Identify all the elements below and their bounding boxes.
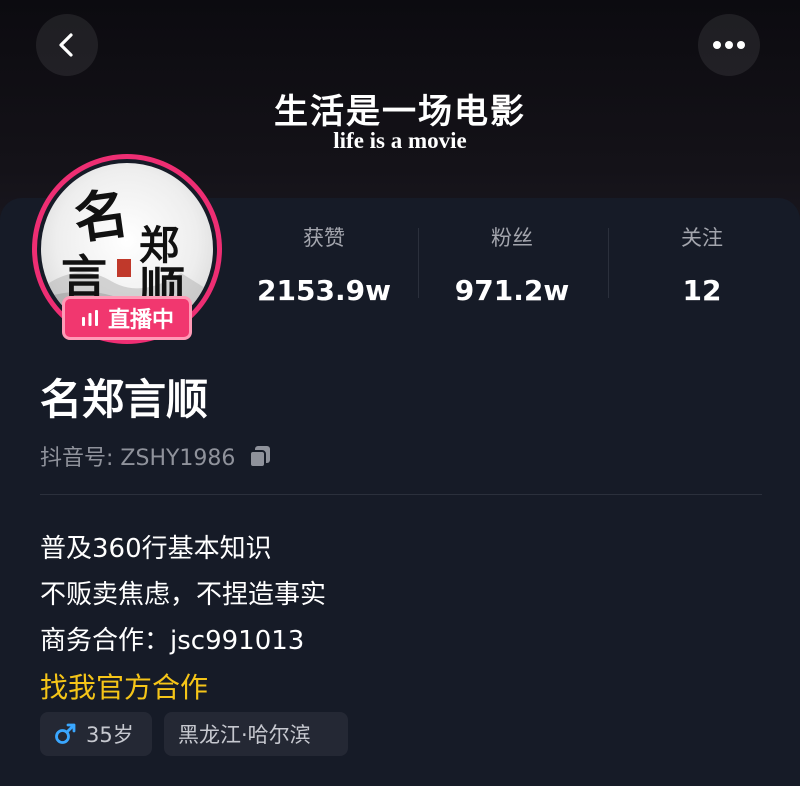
stat-likes-label: 获赞 [303, 226, 345, 250]
live-bars-icon [81, 310, 98, 326]
stat-following[interactable]: 关注 12 [612, 222, 792, 307]
nickname: 名郑言顺 [40, 375, 209, 424]
stat-likes[interactable]: 获赞 2153.9w [234, 222, 414, 307]
bio-line: 不贩卖焦虑，不捏造事实 [40, 580, 327, 610]
banner-title: 生活是一场电影 [274, 92, 526, 132]
chevron-left-icon [59, 33, 73, 57]
bio-line: 商务合作：jsc991013 [40, 626, 305, 656]
stat-followers-value: 971.2w [454, 274, 570, 307]
back-button[interactable] [36, 14, 98, 76]
location-tag-text: 黑龙江·哈尔滨 [178, 723, 311, 747]
profile-page: 生活是一场电影 life is a movie 名 郑 言 顺 直播中 获赞 2… [0, 0, 800, 786]
douyin-id: 抖音号: ZSHY1986 [40, 446, 236, 471]
stat-divider [608, 228, 609, 298]
stat-divider [418, 228, 419, 298]
section-divider [40, 494, 762, 495]
stat-following-value: 12 [682, 274, 722, 307]
banner-subtitle: life is a movie [333, 128, 467, 153]
stat-followers-label: 粉丝 [491, 226, 533, 250]
stat-followers[interactable]: 粉丝 971.2w [422, 222, 602, 307]
live-badge-label: 直播中 [107, 308, 174, 333]
stat-likes-value: 2153.9w [257, 274, 391, 307]
more-button[interactable] [698, 14, 760, 76]
live-badge[interactable]: 直播中 [62, 296, 192, 340]
stat-following-label: 关注 [681, 226, 723, 250]
svg-text:名: 名 [70, 180, 132, 251]
douyin-id-row: 抖音号: ZSHY1986 [40, 440, 273, 472]
copy-icon[interactable] [247, 443, 273, 469]
age-tag: 35岁 [40, 712, 152, 756]
more-dots-icon [713, 41, 745, 49]
location-tag: 黑龙江·哈尔滨 [164, 712, 348, 756]
age-tag-text: 35岁 [86, 723, 134, 747]
male-icon [55, 723, 76, 744]
bio-line: 普及360行基本知识 [40, 534, 272, 564]
official-cooperation-link[interactable]: 找我官方合作 [40, 666, 208, 706]
